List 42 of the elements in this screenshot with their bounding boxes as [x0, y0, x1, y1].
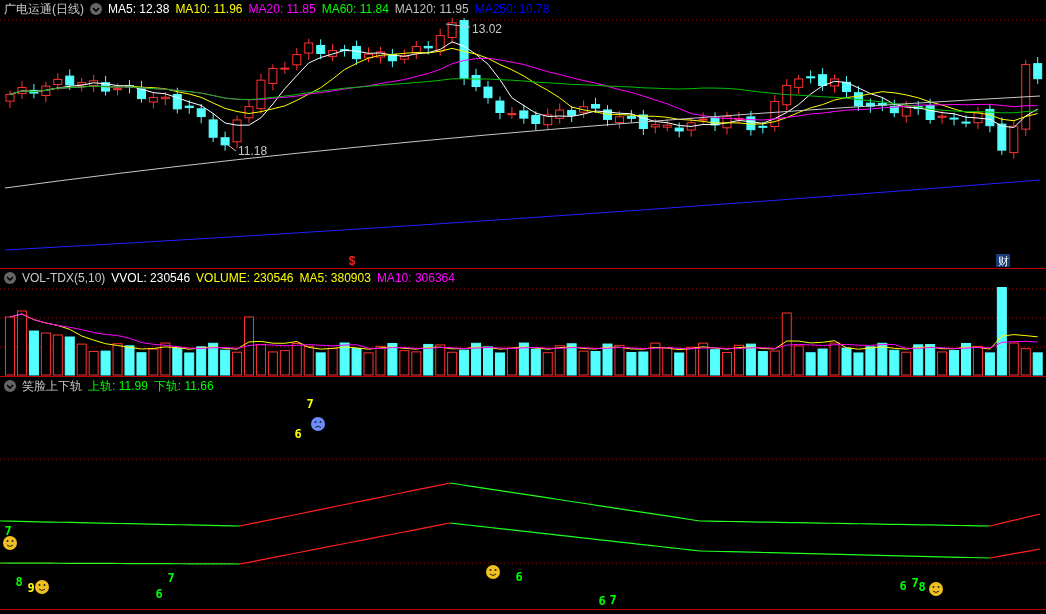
- signal-digit: 6: [598, 594, 606, 608]
- signal-digit: 8: [918, 580, 926, 594]
- high-price-label: 13.02: [472, 22, 503, 36]
- indicator-value: MA5: 380903: [299, 271, 371, 285]
- signal-digit: 7: [911, 576, 919, 590]
- collapse-icon[interactable]: [4, 380, 16, 392]
- signal-digit: 8: [15, 575, 23, 589]
- leader-line: [227, 144, 237, 152]
- indicator-value: VVOL: 230546: [111, 271, 191, 285]
- indicator-value: MA10: 306364: [376, 271, 455, 285]
- signal-digit: 6: [899, 579, 907, 593]
- finance-marker[interactable]: 财: [996, 254, 1010, 267]
- signal-digit: 7: [306, 397, 314, 411]
- indicator-value: 上轨: 11.99: [88, 377, 148, 395]
- signal-digit: 9: [27, 581, 35, 595]
- signal-digit: 6: [294, 427, 302, 441]
- smiley-face-icon: [486, 565, 500, 579]
- leader-line: [445, 23, 471, 28]
- indicator-value: MA5: 12.38: [108, 2, 170, 16]
- signal-digit: 7: [167, 571, 175, 585]
- smiley-face-icon: [3, 536, 17, 550]
- sad-face-icon: [311, 417, 325, 431]
- collapse-icon[interactable]: [90, 3, 102, 15]
- indicator-value: MA120: 11.95: [394, 2, 469, 16]
- smiley-face-icon: [929, 582, 943, 596]
- indicator-value: MA250: 10.78: [474, 2, 550, 16]
- signal-digit: 7: [609, 593, 617, 607]
- panel-title: VOL-TDX(5,10): [22, 271, 106, 285]
- indicator-value: MA20: 11.85: [248, 2, 316, 16]
- indicator-value: 下轨: 11.66: [153, 377, 214, 395]
- signal-digit: 7: [4, 524, 12, 538]
- smiley-face-icon: [35, 580, 49, 594]
- signal-digit: 6: [515, 570, 523, 584]
- indicator-value: VOLUME: 230546: [196, 271, 294, 285]
- dollar-marker[interactable]: $: [348, 254, 356, 268]
- low-price-label: 11.18: [238, 144, 268, 158]
- panel-title: 广电运通(日线): [4, 0, 84, 18]
- indicator-value: MA10: 11.96: [175, 2, 243, 16]
- signal-digit: 6: [155, 587, 163, 601]
- panel-title: 笑脸上下轨: [22, 377, 82, 395]
- collapse-icon[interactable]: [4, 272, 16, 284]
- indicator-value: MA60: 11.84: [321, 2, 389, 16]
